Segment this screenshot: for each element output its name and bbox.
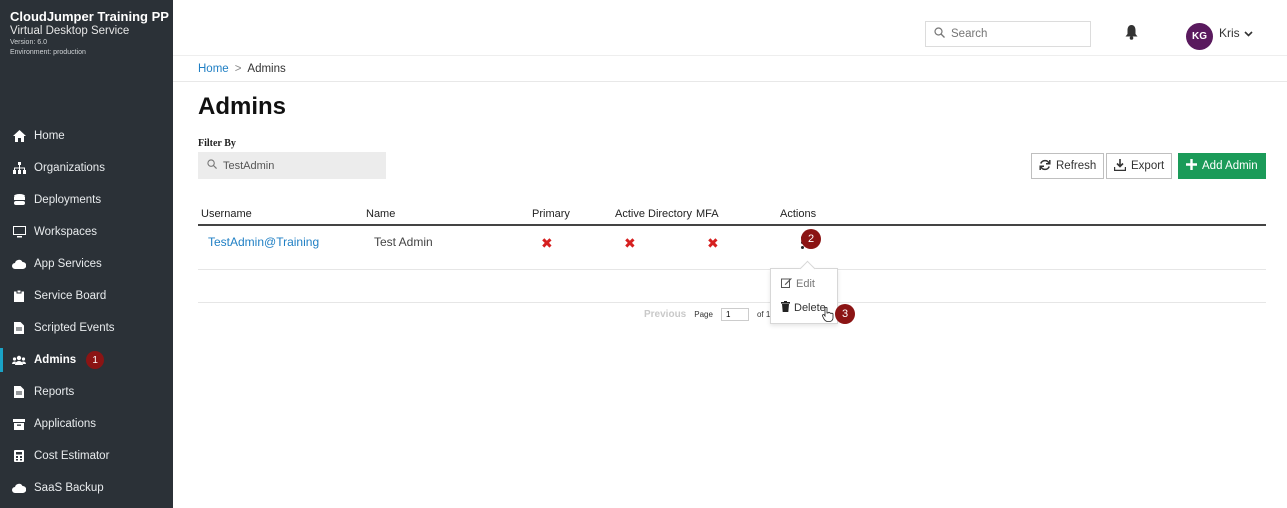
clipboard-icon — [12, 289, 26, 303]
filter-label: Filter By — [198, 138, 236, 149]
sidebar-item-admins[interactable]: Admins 1 — [0, 344, 173, 376]
search-icon — [934, 27, 945, 41]
column-header-primary[interactable]: Primary — [532, 208, 570, 220]
sidebar-item-app-services[interactable]: App Services — [0, 248, 173, 280]
page-of-label: of 1 — [756, 310, 771, 319]
sidebar-item-service-board[interactable]: Service Board — [0, 280, 173, 312]
trash-icon — [781, 301, 790, 315]
chevron-down-icon — [1244, 26, 1253, 40]
column-header-actions: Actions — [780, 208, 817, 220]
filter-field[interactable] — [198, 152, 386, 179]
pagination: Previous Page of 1 — [644, 308, 770, 321]
search-icon — [207, 159, 217, 172]
edit-icon — [781, 277, 792, 291]
sidebar-item-label: Deployments — [34, 194, 102, 206]
table-footer-divider — [198, 270, 1266, 303]
sidebar-item-label: Cost Estimator — [34, 450, 110, 462]
sidebar: CloudJumper Training PP Virtual Desktop … — [0, 0, 173, 508]
sidebar-item-label: Applications — [34, 418, 97, 430]
menu-item-edit[interactable]: Edit — [771, 272, 837, 296]
desktop-icon — [12, 225, 26, 239]
table-header: Username Name Primary Active Directory M… — [198, 205, 1266, 226]
file-icon — [12, 385, 26, 399]
brand: CloudJumper Training PP Virtual Desktop … — [0, 0, 173, 58]
column-header-username[interactable]: Username — [201, 208, 252, 220]
refresh-button[interactable]: Refresh — [1031, 153, 1105, 179]
primary-cell: ✖ — [541, 235, 553, 251]
sidebar-item-label: Service Board — [34, 290, 107, 302]
sidebar-item-workspaces[interactable]: Workspaces — [0, 216, 173, 248]
database-icon — [12, 193, 26, 207]
sidebar-item-saas-backup[interactable]: SaaS Backup — [0, 472, 173, 504]
column-header-active-directory[interactable]: Active Directory — [615, 208, 692, 220]
sidebar-item-home[interactable]: Home — [0, 120, 173, 152]
sidebar-nav: Home Organizations Deployments Workspace… — [0, 120, 173, 504]
environment-text: Environment: production — [10, 49, 86, 56]
add-admin-button[interactable]: Add Admin — [1178, 153, 1266, 179]
sidebar-item-label: Workspaces — [34, 226, 98, 238]
home-icon — [12, 129, 26, 143]
breadcrumb-home[interactable]: Home — [198, 63, 229, 75]
top-bar: KG Kris — [173, 0, 1287, 56]
refresh-label: Refresh — [1056, 160, 1097, 172]
cloud-icon — [12, 481, 26, 495]
search-input[interactable] — [951, 28, 1081, 40]
breadcrumb-separator: > — [234, 62, 242, 75]
name-cell: Test Admin — [374, 235, 433, 249]
hand-cursor-icon — [822, 306, 834, 327]
username-link[interactable]: TestAdmin@Training — [208, 235, 319, 249]
bell-icon[interactable] — [1125, 25, 1138, 45]
page-number-input[interactable] — [720, 308, 749, 321]
sidebar-item-scripted-events[interactable]: Scripted Events — [0, 312, 173, 344]
mfa-cell: ✖ — [707, 235, 719, 251]
brand-title: CloudJumper Training PP — [10, 9, 169, 24]
cloud-icon — [12, 257, 26, 271]
download-icon — [1113, 158, 1127, 174]
step-badge-1: 1 — [86, 351, 105, 369]
edit-label: Edit — [796, 278, 815, 290]
page-label: Page — [694, 310, 713, 319]
admins-table: Username Name Primary Active Directory M… — [198, 205, 1266, 303]
user-menu[interactable]: Kris — [1219, 26, 1253, 40]
step-badge-2: 2 — [801, 229, 821, 249]
step-badge-3: 3 — [835, 304, 855, 324]
sitemap-icon — [12, 161, 26, 175]
archive-icon — [12, 417, 26, 431]
breadcrumb: Home > Admins — [173, 56, 1287, 82]
column-header-name[interactable]: Name — [366, 208, 395, 220]
global-search[interactable] — [925, 21, 1091, 47]
brand-subtitle: Virtual Desktop Service — [10, 25, 130, 37]
column-header-mfa[interactable]: MFA — [696, 208, 719, 220]
users-icon — [12, 353, 26, 367]
table-row: TestAdmin@Training Test Admin ✖ ✖ ✖ — [198, 226, 1266, 270]
calculator-icon — [12, 449, 26, 463]
file-icon — [12, 321, 26, 335]
add-admin-label: Add Admin — [1202, 160, 1258, 172]
plus-icon — [1186, 159, 1197, 173]
sidebar-item-organizations[interactable]: Organizations — [0, 152, 173, 184]
sidebar-item-label: Organizations — [34, 162, 105, 174]
previous-page-button[interactable]: Previous — [644, 309, 686, 320]
export-button[interactable]: Export — [1106, 153, 1173, 179]
sidebar-item-applications[interactable]: Applications — [0, 408, 173, 440]
page-title: Admins — [198, 93, 287, 120]
sidebar-item-label: App Services — [34, 258, 102, 270]
sidebar-item-label: Reports — [34, 386, 75, 398]
version-text: Version: 6.0 — [10, 39, 47, 46]
sidebar-item-label: SaaS Backup — [34, 482, 104, 494]
sidebar-item-reports[interactable]: Reports — [0, 376, 173, 408]
refresh-icon — [1039, 159, 1051, 174]
sidebar-item-cost-estimator[interactable]: Cost Estimator — [0, 440, 173, 472]
export-label: Export — [1131, 160, 1165, 172]
sidebar-item-deployments[interactable]: Deployments — [0, 184, 173, 216]
filter-input[interactable] — [223, 159, 373, 172]
sidebar-item-label: Admins — [34, 354, 77, 366]
active-directory-cell: ✖ — [624, 235, 636, 251]
breadcrumb-current: Admins — [247, 62, 286, 75]
sidebar-item-label: Scripted Events — [34, 322, 115, 334]
avatar[interactable]: KG — [1186, 23, 1213, 50]
user-name: Kris — [1219, 26, 1240, 40]
sidebar-item-label: Home — [34, 130, 65, 142]
